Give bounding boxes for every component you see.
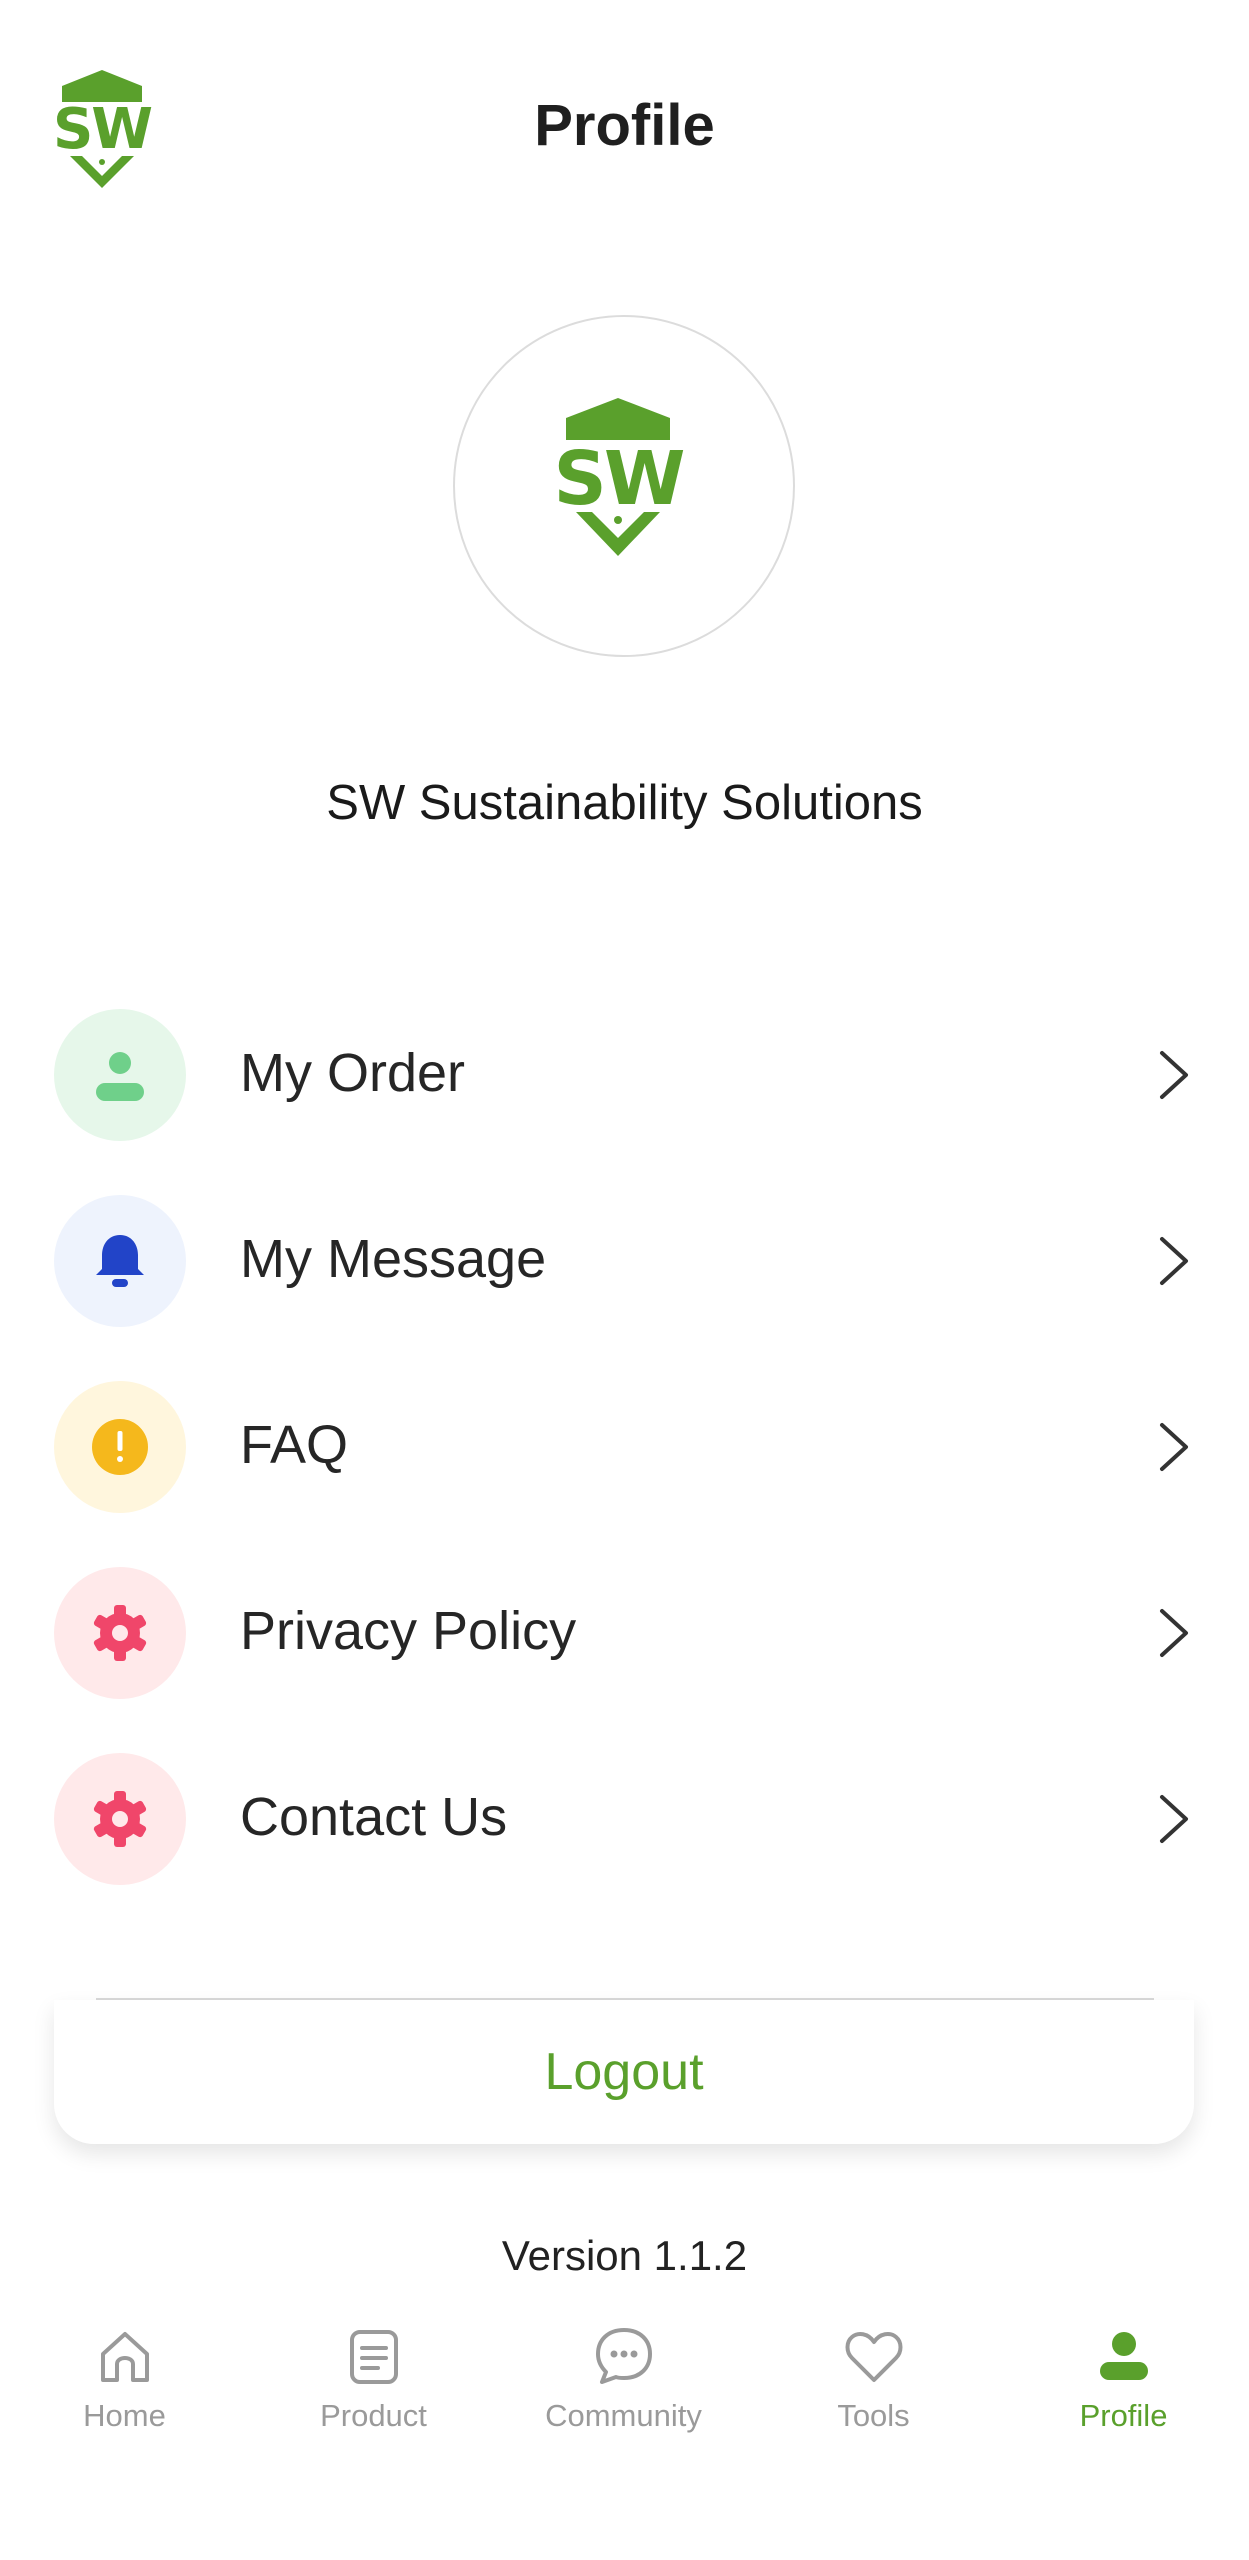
bell-icon [54, 1195, 186, 1327]
bottom-nav: Home Product Community Tools Profile [0, 2310, 1249, 2480]
menu-item-my-message[interactable]: My Message [0, 1186, 1249, 1336]
document-icon [349, 2330, 398, 2384]
nav-item-profile[interactable]: Profile [999, 2310, 1248, 2470]
avatar[interactable]: SW [453, 315, 795, 657]
company-name: SW Sustainability Solutions [326, 776, 923, 830]
gear-icon [54, 1567, 186, 1699]
heart-icon [845, 2332, 902, 2382]
nav-item-community[interactable]: Community [499, 2310, 748, 2470]
chat-bubble-icon [595, 2328, 652, 2384]
gear-icon [54, 1753, 186, 1885]
nav-item-tools[interactable]: Tools [749, 2310, 998, 2470]
menu-item-label: FAQ [240, 1415, 349, 1475]
exclamation-icon [54, 1381, 186, 1513]
person-icon [54, 1009, 186, 1141]
home-icon [100, 2332, 149, 2382]
nav-item-home[interactable]: Home [0, 2310, 249, 2470]
chevron-right-icon [1156, 1235, 1192, 1287]
sw-logo-icon: SW [554, 398, 687, 556]
menu-item-my-order[interactable]: My Order [0, 1000, 1249, 1150]
chevron-right-icon [1156, 1421, 1192, 1473]
page-title: Profile [534, 93, 715, 158]
chevron-right-icon [1156, 1049, 1192, 1101]
nav-label: Profile [1079, 2398, 1168, 2433]
nav-item-product[interactable]: Product [249, 2310, 498, 2470]
menu-item-label: Privacy Policy [240, 1601, 577, 1661]
profile-page: SW Profile SW SW Sustainability Solution… [0, 0, 1249, 2560]
person-icon [1099, 2332, 1148, 2380]
chevron-right-icon [1156, 1793, 1192, 1845]
svg-text:SW: SW [554, 436, 684, 522]
nav-label: Tools [837, 2398, 910, 2433]
menu-item-label: My Order [240, 1043, 466, 1103]
chevron-right-icon [1156, 1607, 1192, 1659]
logout-button[interactable]: Logout [54, 2000, 1194, 2144]
menu-item-faq[interactable]: FAQ [0, 1372, 1249, 1522]
menu-item-label: Contact Us [240, 1787, 508, 1847]
nav-label: Home [83, 2398, 166, 2433]
menu-item-privacy-policy[interactable]: Privacy Policy [0, 1558, 1249, 1708]
nav-label: Product [320, 2398, 427, 2433]
nav-label: Community [545, 2398, 702, 2433]
version-label: Version 1.1.2 [501, 2232, 748, 2279]
menu-item-label: My Message [240, 1229, 547, 1289]
menu-item-contact-us[interactable]: Contact Us [0, 1744, 1249, 1894]
